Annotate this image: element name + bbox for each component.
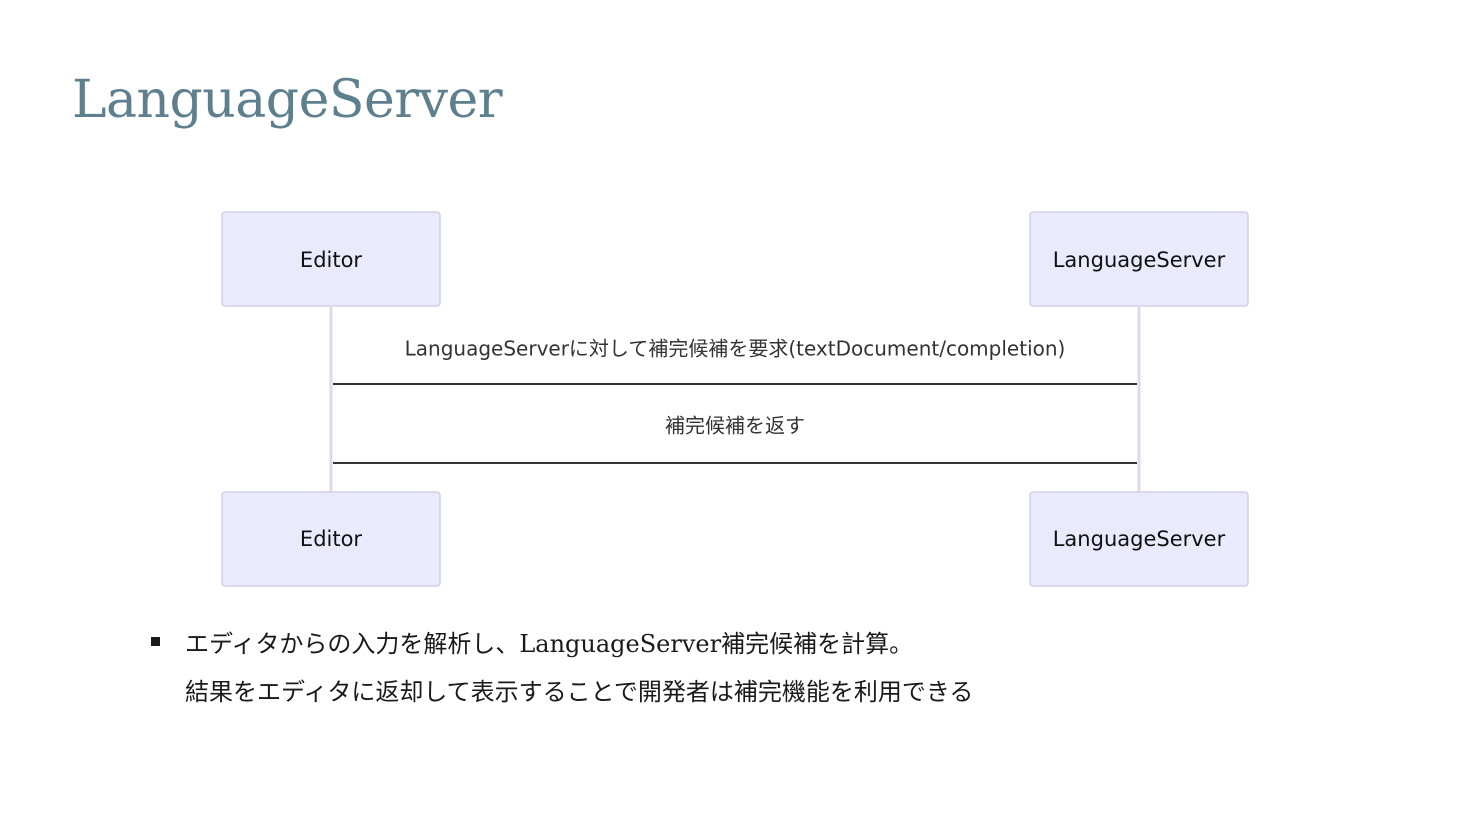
- actor-label: Editor: [300, 248, 363, 272]
- message-label: 補完候補を返す: [665, 414, 805, 438]
- actor-label: LanguageServer: [1053, 527, 1226, 551]
- bullet-list: エディタからの入力を解析し、LanguageServer補完候補を計算。 結果を…: [148, 620, 973, 716]
- message-request: LanguageServerに対して補完候補を要求(textDocument/c…: [333, 337, 1137, 385]
- slide: LanguageServer Editor LanguageServer Lan…: [0, 0, 1470, 828]
- bullet-text-line: エディタからの入力を解析し、LanguageServer補完候補を計算。: [185, 630, 914, 658]
- actor-server-top: LanguageServer: [1029, 211, 1249, 307]
- bullet-text-line: 結果をエディタに返却して表示することで開発者は補完機能を利用できる: [185, 678, 974, 706]
- square-bullet-icon: [151, 637, 160, 646]
- message-label: LanguageServerに対して補完候補を要求(textDocument/c…: [405, 337, 1066, 361]
- actor-editor-top: Editor: [221, 211, 441, 307]
- message-response: 補完候補を返す: [333, 414, 1137, 464]
- actor-server-bottom: LanguageServer: [1029, 491, 1249, 587]
- actor-label: Editor: [300, 527, 363, 551]
- actor-label: LanguageServer: [1053, 248, 1226, 272]
- sequence-diagram: Editor LanguageServer LanguageServerに対して…: [221, 211, 1249, 587]
- bullet-item: エディタからの入力を解析し、LanguageServer補完候補を計算。 結果を…: [148, 620, 973, 716]
- actor-editor-bottom: Editor: [221, 491, 441, 587]
